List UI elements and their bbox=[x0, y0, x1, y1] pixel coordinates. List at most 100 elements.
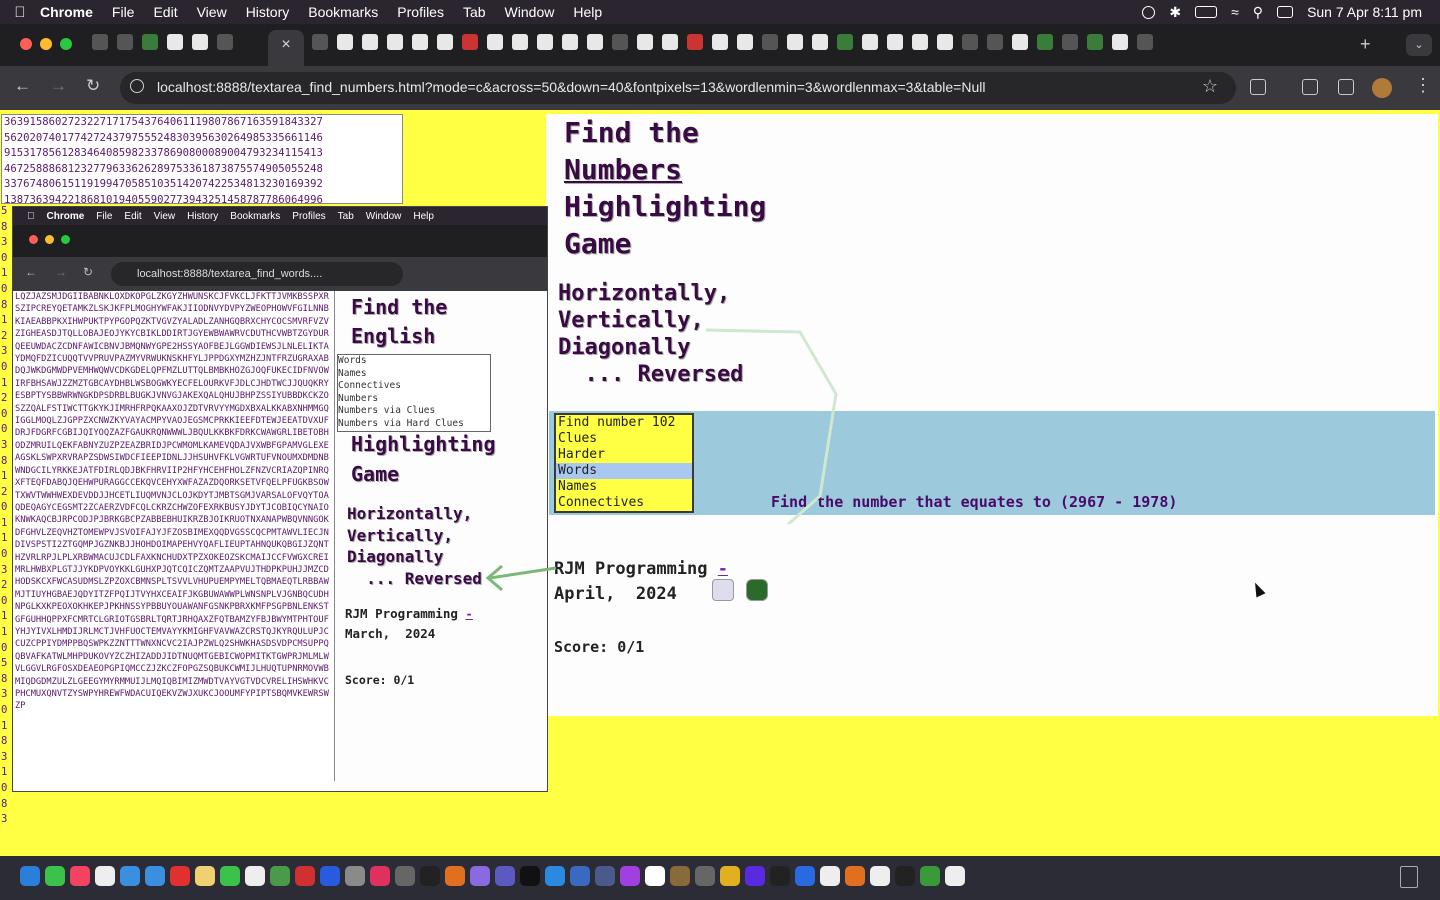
app-icon[interactable] bbox=[945, 866, 965, 886]
menubar-clock[interactable]: Sun 7 Apr 8:11 pm bbox=[1307, 4, 1422, 20]
battery-icon[interactable] bbox=[1195, 6, 1218, 18]
tab-favicon[interactable] bbox=[787, 34, 803, 50]
app-icon[interactable] bbox=[670, 866, 690, 886]
app-icon[interactable] bbox=[470, 866, 490, 886]
app-icon[interactable] bbox=[795, 866, 815, 886]
tab-favicon[interactable] bbox=[1012, 34, 1028, 50]
menu-app-name[interactable]: Chrome bbox=[40, 4, 93, 20]
menu-profiles[interactable]: Profiles bbox=[397, 4, 444, 20]
numbers-grid-textarea[interactable]: 3639158602723227171754376406111980786716… bbox=[1, 114, 403, 204]
menu-help[interactable]: Help bbox=[573, 4, 602, 20]
site-info-icon[interactable] bbox=[130, 79, 144, 93]
tab-favicon[interactable] bbox=[637, 34, 653, 50]
title-numbers-link[interactable]: Numbers bbox=[564, 151, 766, 188]
reload-icon[interactable]: ↻ bbox=[86, 76, 100, 96]
address-bar[interactable]: localhost:8888/textarea_find_numbers.htm… bbox=[120, 72, 1236, 104]
app-store-icon[interactable] bbox=[545, 866, 565, 886]
mail-icon[interactable] bbox=[145, 866, 165, 886]
app-icon[interactable] bbox=[920, 866, 940, 886]
sms-icon[interactable] bbox=[746, 579, 768, 601]
close-window-icon[interactable] bbox=[20, 38, 32, 50]
tab-favicon[interactable] bbox=[92, 34, 108, 50]
extensions-icon[interactable] bbox=[1250, 79, 1266, 95]
app-icon[interactable] bbox=[495, 866, 515, 886]
zoom-icon[interactable] bbox=[320, 866, 340, 886]
tab-favicon[interactable] bbox=[1087, 34, 1103, 50]
app-icon[interactable] bbox=[595, 866, 615, 886]
tab-favicon[interactable] bbox=[462, 34, 478, 50]
tab-favicon[interactable] bbox=[362, 34, 378, 50]
tab-favicon[interactable] bbox=[812, 34, 828, 50]
tab-favicon[interactable] bbox=[587, 34, 603, 50]
tab-favicon[interactable] bbox=[737, 34, 753, 50]
minimize-window-icon[interactable] bbox=[40, 38, 52, 50]
tab-favicon[interactable] bbox=[937, 34, 953, 50]
tab-search-chevron-icon[interactable]: ⌄ bbox=[1406, 34, 1432, 56]
new-tab-button[interactable]: + bbox=[1360, 34, 1371, 55]
menu-history[interactable]: History bbox=[246, 4, 290, 20]
email-icon[interactable] bbox=[712, 579, 734, 601]
tv-icon[interactable] bbox=[520, 866, 540, 886]
profile-avatar[interactable] bbox=[1372, 78, 1392, 98]
back-arrow-icon[interactable]: ← bbox=[14, 76, 31, 96]
app-icon[interactable] bbox=[270, 866, 290, 886]
select-option[interactable]: Connectives bbox=[556, 495, 692, 511]
select-option[interactable]: Find number 102 bbox=[556, 415, 692, 431]
menu-file[interactable]: File bbox=[112, 4, 135, 20]
app-icon[interactable] bbox=[745, 866, 765, 886]
app-icon[interactable] bbox=[870, 866, 890, 886]
side-panel-icon[interactable] bbox=[1338, 79, 1354, 95]
tab-favicon[interactable] bbox=[687, 34, 703, 50]
filezilla-icon[interactable] bbox=[295, 866, 315, 886]
tab-favicon[interactable] bbox=[837, 34, 853, 50]
tab-favicon[interactable] bbox=[437, 34, 453, 50]
tab-favicon[interactable] bbox=[217, 34, 233, 50]
app-icon[interactable] bbox=[395, 866, 415, 886]
menu-tab[interactable]: Tab bbox=[463, 4, 486, 20]
menu-view[interactable]: View bbox=[197, 4, 227, 20]
tab-favicon[interactable] bbox=[117, 34, 133, 50]
tab-favicon[interactable] bbox=[167, 34, 183, 50]
notes-icon[interactable] bbox=[195, 866, 215, 886]
safari-icon[interactable] bbox=[120, 866, 140, 886]
app-icon[interactable] bbox=[245, 866, 265, 886]
tab-favicon[interactable] bbox=[512, 34, 528, 50]
tab-favicon[interactable] bbox=[562, 34, 578, 50]
preview-icon[interactable] bbox=[820, 866, 840, 886]
app-icon[interactable] bbox=[95, 866, 115, 886]
tab-favicon[interactable] bbox=[662, 34, 678, 50]
more-vert-icon[interactable]: ⋮ bbox=[1414, 75, 1432, 96]
wifi-icon[interactable]: ≈ bbox=[1231, 4, 1239, 20]
select-option[interactable]: Names bbox=[556, 479, 692, 495]
play-icon[interactable] bbox=[1142, 5, 1156, 19]
news-icon[interactable] bbox=[370, 866, 390, 886]
tab-favicon[interactable] bbox=[762, 34, 778, 50]
maximize-window-icon[interactable] bbox=[60, 38, 72, 50]
select-option[interactable]: Harder bbox=[556, 447, 692, 463]
terminal-icon[interactable] bbox=[420, 866, 440, 886]
tab-favicon[interactable] bbox=[387, 34, 403, 50]
messages-icon[interactable] bbox=[45, 866, 65, 886]
app-icon[interactable] bbox=[345, 866, 365, 886]
apple-icon[interactable]:  bbox=[0, 4, 40, 21]
app-icon[interactable] bbox=[570, 866, 590, 886]
tab-favicon[interactable] bbox=[537, 34, 553, 50]
app-icon[interactable] bbox=[895, 866, 915, 886]
select-option[interactable]: Clues bbox=[556, 431, 692, 447]
tab-favicon[interactable] bbox=[912, 34, 928, 50]
bookmark-star-icon[interactable]: ☆ bbox=[1202, 76, 1218, 97]
opera-icon[interactable] bbox=[170, 866, 190, 886]
tab-favicon[interactable] bbox=[862, 34, 878, 50]
select-option-selected[interactable]: Words bbox=[556, 463, 692, 479]
calculator-icon[interactable] bbox=[695, 866, 715, 886]
tab-favicon[interactable] bbox=[887, 34, 903, 50]
app-icon[interactable] bbox=[845, 866, 865, 886]
menu-edit[interactable]: Edit bbox=[153, 4, 177, 20]
chrome-icon[interactable] bbox=[720, 866, 740, 886]
active-tab-close-icon[interactable]: × bbox=[268, 30, 304, 66]
calendar-icon[interactable] bbox=[645, 866, 665, 886]
tab-favicon[interactable] bbox=[312, 34, 328, 50]
control-center-icon[interactable] bbox=[1277, 6, 1294, 18]
tab-favicon[interactable] bbox=[1037, 34, 1053, 50]
trash-icon[interactable] bbox=[1400, 866, 1418, 888]
